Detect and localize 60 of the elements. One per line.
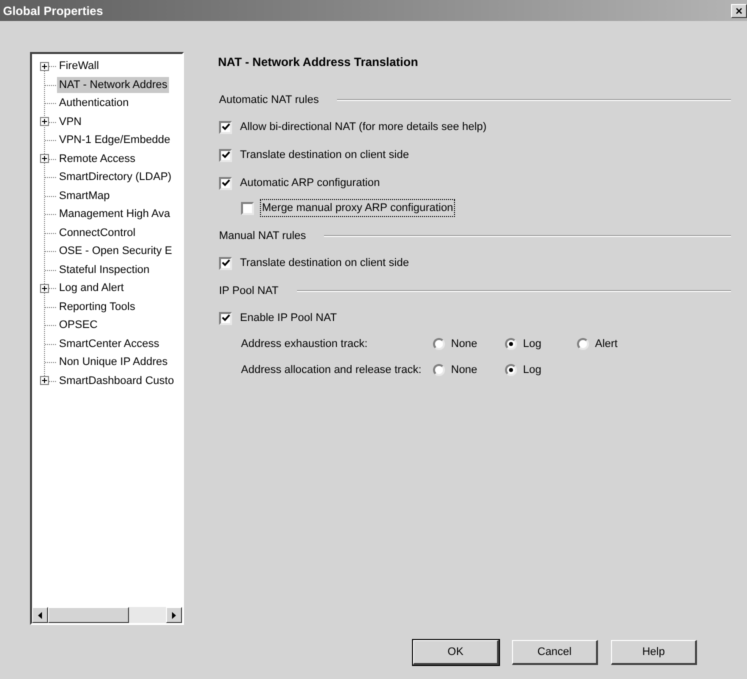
expand-icon[interactable] — [40, 117, 49, 126]
checkbox-label[interactable]: Automatic ARP configuration — [238, 174, 382, 192]
horizontal-scrollbar[interactable] — [32, 607, 182, 623]
dialog-button[interactable]: OK — [413, 640, 499, 665]
tree-item[interactable]: Non Unique IP Addres — [57, 354, 170, 370]
expand-icon[interactable] — [40, 376, 49, 386]
dialog-button[interactable]: Cancel — [512, 640, 598, 665]
tree-item[interactable]: FireWall — [57, 58, 101, 74]
tree-item[interactable]: Remote Access — [57, 150, 138, 167]
group-heading: IP Pool NAT — [219, 284, 279, 299]
checkbox[interactable] — [241, 202, 254, 214]
radio-button[interactable] — [505, 364, 517, 376]
field-label: Address allocation and release track: — [241, 362, 422, 378]
radio-label[interactable]: Alert — [595, 336, 618, 352]
scroll-right-icon[interactable] — [166, 607, 182, 623]
tree-item[interactable]: Authentication — [57, 95, 131, 112]
tree-item[interactable]: OPSEC — [57, 317, 100, 334]
expand-icon[interactable] — [40, 62, 49, 71]
tree-item[interactable]: Stateful Inspection — [57, 262, 152, 278]
checkbox[interactable] — [219, 176, 232, 190]
radio-button[interactable] — [577, 338, 589, 350]
radio-label[interactable]: Log — [523, 336, 542, 352]
close-button[interactable]: × — [731, 4, 747, 18]
group-heading: Manual NAT rules — [219, 228, 306, 244]
window-title: Global Properties — [3, 2, 104, 20]
checkbox[interactable] — [219, 256, 232, 270]
checkbox[interactable] — [219, 120, 232, 134]
expand-icon[interactable] — [40, 154, 49, 164]
checkbox-label[interactable]: Enable IP Pool NAT — [238, 308, 339, 328]
checkbox[interactable] — [219, 148, 232, 162]
tree-item[interactable]: VPN-1 Edge/Embedde — [57, 132, 172, 148]
tree-item[interactable]: SmartDashboard Custo — [57, 372, 176, 389]
radio-label[interactable]: None — [451, 336, 478, 352]
page-title: NAT - Network Address Translation — [218, 54, 420, 71]
tree-item[interactable]: SmartCenter Access — [57, 336, 162, 352]
tree-item[interactable]: SmartMap — [57, 188, 112, 204]
checkbox-label[interactable]: Merge manual proxy ARP configuration — [260, 198, 456, 218]
group-heading: Automatic NAT rules — [219, 92, 319, 108]
tree-item[interactable]: ConnectControl — [57, 224, 138, 241]
tree-item[interactable]: Management High Ava — [57, 206, 172, 222]
tree-item[interactable]: Reporting Tools — [57, 298, 138, 315]
radio-label[interactable]: None — [451, 362, 478, 378]
scroll-left-icon[interactable] — [32, 607, 48, 623]
radio-label[interactable]: Log — [523, 362, 542, 378]
tree-item[interactable]: VPN — [57, 114, 84, 130]
checkbox-label[interactable]: Translate destination on client side — [238, 146, 411, 164]
radio-button[interactable] — [433, 364, 445, 376]
field-label: Address exhaustion track: — [241, 336, 369, 352]
tree-item[interactable]: Log and Alert — [57, 280, 126, 296]
tree-item[interactable]: NAT - Network Addres — [57, 76, 170, 93]
radio-button[interactable] — [433, 338, 445, 350]
scroll-thumb[interactable] — [48, 607, 129, 623]
tree-item[interactable]: SmartDirectory (LDAP) — [57, 169, 174, 186]
tree-item[interactable]: OSE - Open Security E — [57, 243, 174, 260]
expand-icon[interactable] — [40, 284, 49, 293]
checkbox-label[interactable]: Allow bi-directional NAT (for more details see help) — [238, 118, 489, 136]
checkbox[interactable] — [219, 312, 232, 324]
dialog-button[interactable]: Help — [611, 640, 697, 665]
checkbox-label[interactable]: Translate destination on client side — [238, 254, 411, 272]
radio-button[interactable] — [505, 338, 517, 350]
